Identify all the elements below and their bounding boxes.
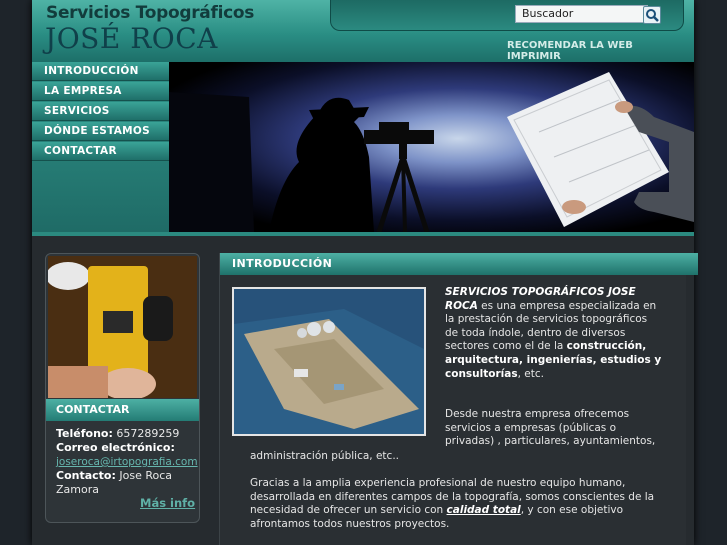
surveyor-silhouette-illustration (169, 72, 694, 232)
contact-card: CONTACTAR Teléfono: 657289259 Correo ele… (45, 253, 200, 523)
experience-paragraph: Gracias a la amplia experiencia profesio… (250, 477, 670, 531)
intro-paragraph: SERVICIOS TOPOGRÁFICOS JOSE ROCA es una … (445, 286, 663, 381)
port-aerial-illustration (234, 289, 424, 434)
services-paragraph: Desde nuestra empresa ofrecemos servicio… (445, 408, 656, 448)
top-links: RECOMENDAR LA WEB IMPRIMIR (507, 40, 694, 62)
email-label: Correo electrónico: (56, 441, 175, 454)
search-bar: Buscador (330, 0, 684, 31)
nav-item-introduccion[interactable]: INTRODUCCIÓN (32, 62, 169, 81)
contact-label: Contacto: (56, 469, 116, 482)
nav-item-servicios[interactable]: SERVICIOS (32, 102, 169, 121)
divider (32, 232, 694, 236)
hero-image (169, 62, 694, 232)
phone-value: 657289259 (116, 427, 180, 440)
port-aerial-photo (232, 287, 426, 436)
surveyor-photo (46, 256, 197, 400)
nav-item-contactar[interactable]: CONTACTAR (32, 142, 169, 161)
total-station-illustration (46, 256, 197, 400)
quality-highlight: calidad total (446, 504, 521, 517)
services-paragraph-continued: administración pública, etc.. (250, 450, 399, 462)
header: Servicios Topográficos JOSÉ ROCA Buscado… (32, 0, 694, 62)
brand-subtitle: Servicios Topográficos (46, 3, 255, 23)
nav-item-la-empresa[interactable]: LA EMPRESA (32, 82, 169, 101)
page: Servicios Topográficos JOSÉ ROCA Buscado… (32, 0, 698, 545)
brand-name[interactable]: JOSÉ ROCA (45, 22, 218, 55)
search-input[interactable]: Buscador (515, 5, 648, 23)
search-icon (646, 9, 659, 22)
recommend-link[interactable]: RECOMENDAR LA WEB (507, 40, 633, 51)
intro-text-c: , etc. (517, 367, 544, 380)
email-link[interactable]: joseroca@irtopografia.com (56, 456, 198, 468)
contact-details: Teléfono: 657289259 Correo electrónico: … (56, 427, 198, 497)
print-link[interactable]: IMPRIMIR (507, 51, 561, 62)
contact-heading: CONTACTAR (46, 399, 199, 421)
phone-label: Teléfono: (56, 427, 113, 440)
nav-item-donde-estamos[interactable]: DÓNDE ESTAMOS (32, 122, 169, 141)
main-content: INTRODUCCIÓN SERVICIOS TOPOGRÁFICOS JOSE… (219, 253, 698, 545)
more-info-link[interactable]: Más info (140, 496, 195, 510)
search-button[interactable] (643, 6, 661, 24)
section-title: INTRODUCCIÓN (220, 253, 698, 275)
main-nav: INTRODUCCIÓN LA EMPRESA SERVICIOS DÓNDE … (32, 62, 169, 232)
